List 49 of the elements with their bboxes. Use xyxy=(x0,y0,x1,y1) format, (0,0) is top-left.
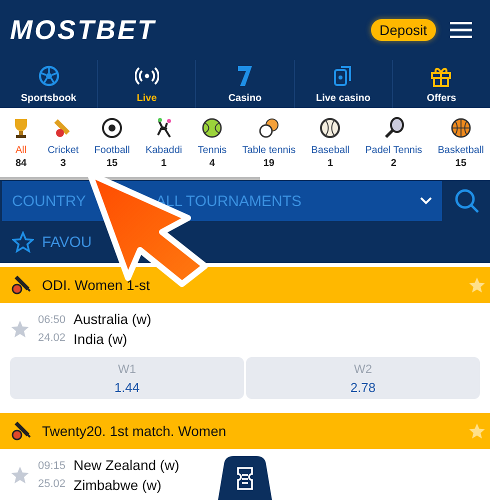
star-icon[interactable] xyxy=(10,319,30,339)
star-icon[interactable] xyxy=(468,276,486,294)
odds-button[interactable]: W2 2.78 xyxy=(246,357,480,399)
seven-icon xyxy=(237,64,253,86)
star-icon[interactable] xyxy=(468,422,486,440)
nav-tab[interactable]: Live casino xyxy=(294,60,392,108)
favourites-label[interactable]: FAVOU xyxy=(42,234,92,250)
ball-icon xyxy=(38,64,60,86)
sport-tab[interactable]: Basketball 15 xyxy=(438,116,484,168)
sport-tab[interactable]: Cricket 3 xyxy=(48,116,79,168)
cricket-icon xyxy=(10,420,32,442)
nav-tab[interactable]: Offers xyxy=(392,60,490,108)
cards-icon xyxy=(333,64,354,86)
sport-tab[interactable]: Football 15 xyxy=(94,116,130,168)
match-date: 24.02 xyxy=(38,332,66,344)
cricket-icon xyxy=(10,274,32,296)
baseball-icon xyxy=(319,116,342,138)
nav-tab[interactable]: Live xyxy=(97,60,196,108)
deposit-button[interactable]: Deposit xyxy=(370,19,436,41)
ping-pong-icon xyxy=(258,116,280,138)
team-name: India (w) xyxy=(74,331,128,347)
sport-tab[interactable]: Kabaddi 1 xyxy=(145,116,182,168)
league-header[interactable]: ODI. Women 1-st xyxy=(0,267,490,303)
match-time: 09:15 xyxy=(38,460,66,472)
sport-tab[interactable]: Baseball 1 xyxy=(311,116,350,168)
sport-tab[interactable]: Table tennis 19 xyxy=(242,116,296,168)
nav-tab[interactable]: Casino xyxy=(195,60,294,108)
broadcast-icon xyxy=(134,64,159,86)
basketball-icon xyxy=(450,116,472,138)
star-icon[interactable] xyxy=(10,465,30,485)
tennis-ball-icon xyxy=(201,116,224,138)
team-name: Australia (w) xyxy=(74,311,152,327)
search-icon[interactable] xyxy=(454,188,480,214)
menu-icon[interactable] xyxy=(450,22,472,38)
logo[interactable]: MOSTBET xyxy=(10,14,156,46)
team-name: Zimbabwe (w) xyxy=(74,477,162,493)
sport-tab[interactable]: All 84 xyxy=(10,116,32,168)
scrollbar-thumb[interactable] xyxy=(0,177,260,180)
sport-tab[interactable]: Padel Tennis 2 xyxy=(365,116,422,168)
team-name: New Zealand (w) xyxy=(74,457,180,473)
league-header[interactable]: Twenty20. 1st match. Women xyxy=(0,413,490,449)
nav-tab[interactable]: Sportsbook xyxy=(0,60,98,108)
sport-tab[interactable]: Tennis 4 xyxy=(198,116,227,168)
match-date: 25.02 xyxy=(38,478,66,490)
chevron-down-icon xyxy=(420,197,432,205)
match-time: 06:50 xyxy=(38,314,66,326)
odds-button[interactable]: W1 1.44 xyxy=(10,357,244,399)
star-icon[interactable] xyxy=(12,231,34,253)
racket-icon xyxy=(382,116,405,138)
